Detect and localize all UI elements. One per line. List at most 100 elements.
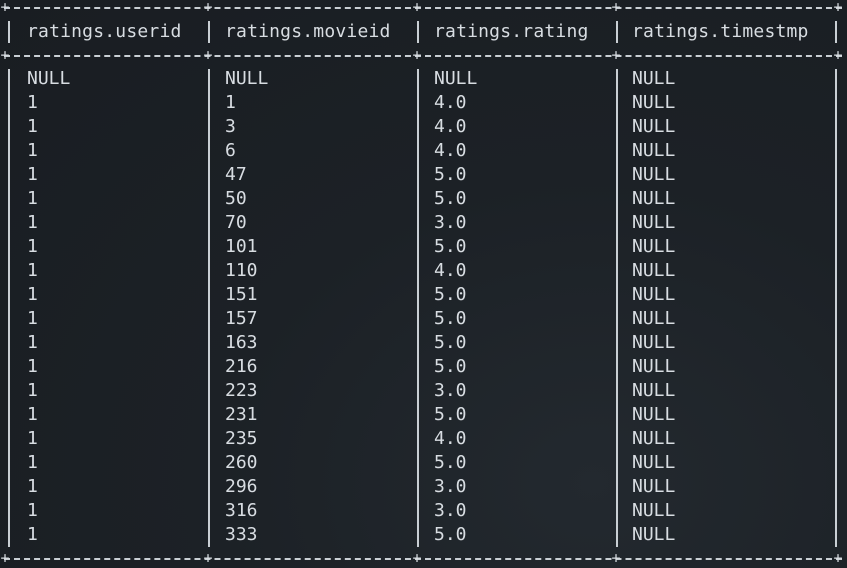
cell-userid: 1 <box>27 116 38 137</box>
table-row: 1 223 3.0 NULL <box>0 379 847 403</box>
cell-userid: 1 <box>27 428 38 449</box>
cell-rating: 5.0 <box>434 308 467 329</box>
cell-timestmp: NULL <box>632 452 676 473</box>
table-border-top: + + + + + <box>0 0 843 16</box>
cell-timestmp: NULL <box>632 476 676 497</box>
table-row: 1 70 3.0 NULL <box>0 211 847 235</box>
cell-userid: 1 <box>27 92 38 113</box>
cell-rating: 4.0 <box>434 428 467 449</box>
table-header-row: ratings.userid ratings.movieid ratings.r… <box>0 20 847 44</box>
cell-movieid: 101 <box>225 236 258 257</box>
cell-movieid: 235 <box>225 428 258 449</box>
cell-timestmp: NULL <box>632 332 676 353</box>
cell-movieid: 231 <box>225 404 258 425</box>
cell-userid: 1 <box>27 140 38 161</box>
cell-timestmp: NULL <box>632 188 676 209</box>
cell-timestmp: NULL <box>632 284 676 305</box>
cell-rating: 3.0 <box>434 476 467 497</box>
cell-timestmp: NULL <box>632 164 676 185</box>
column-header-userid: ratings.userid <box>27 21 182 42</box>
cell-userid: 1 <box>27 236 38 257</box>
cell-movieid: 70 <box>225 212 247 233</box>
cell-movieid: 47 <box>225 164 247 185</box>
cell-rating: 5.0 <box>434 236 467 257</box>
cell-timestmp: NULL <box>632 356 676 377</box>
table-row: 1 101 5.0 NULL <box>0 235 847 259</box>
cell-userid: 1 <box>27 332 38 353</box>
column-header-rating: ratings.rating <box>434 21 589 42</box>
cell-timestmp: NULL <box>632 236 676 257</box>
cell-movieid: 151 <box>225 284 258 305</box>
cell-userid: 1 <box>27 476 38 497</box>
column-header-timestmp: ratings.timestmp <box>632 21 809 42</box>
cell-timestmp: NULL <box>632 500 676 521</box>
table-row: 1 216 5.0 NULL <box>0 355 847 379</box>
cell-rating: 5.0 <box>434 164 467 185</box>
cell-movieid: 333 <box>225 524 258 545</box>
cell-timestmp: NULL <box>632 116 676 137</box>
table-row: NULL NULL NULL NULL <box>0 67 847 91</box>
cell-timestmp: NULL <box>632 260 676 281</box>
cell-rating: 4.0 <box>434 260 467 281</box>
cell-rating: 5.0 <box>434 404 467 425</box>
cell-rating: 5.0 <box>434 452 467 473</box>
table-row: 1 50 5.0 NULL <box>0 187 847 211</box>
cell-movieid: 50 <box>225 188 247 209</box>
cell-timestmp: NULL <box>632 92 676 113</box>
table-row: 1 231 5.0 NULL <box>0 403 847 427</box>
cell-movieid: 316 <box>225 500 258 521</box>
table-row: 1 151 5.0 NULL <box>0 283 847 307</box>
cell-timestmp: NULL <box>632 68 676 89</box>
cell-userid: 1 <box>27 260 38 281</box>
terminal-output: + + + + + ratings.userid ratings.movieid… <box>0 0 847 568</box>
cell-userid: 1 <box>27 284 38 305</box>
table-border-bottom: + + + + + <box>0 549 843 567</box>
cell-movieid: 260 <box>225 452 258 473</box>
table-row: 1 47 5.0 NULL <box>0 163 847 187</box>
cell-timestmp: NULL <box>632 140 676 161</box>
cell-userid: 1 <box>27 188 38 209</box>
header-divider <box>835 21 837 43</box>
cell-movieid: 3 <box>225 116 236 137</box>
table-row: 1 316 3.0 NULL <box>0 499 847 523</box>
table-row: 1 296 3.0 NULL <box>0 475 847 499</box>
cell-movieid: 1 <box>225 92 236 113</box>
cell-rating: 3.0 <box>434 212 467 233</box>
table-row: 1 110 4.0 NULL <box>0 259 847 283</box>
table-row: 1 1 4.0 NULL <box>0 91 847 115</box>
cell-movieid: 6 <box>225 140 236 161</box>
cell-userid: 1 <box>27 380 38 401</box>
table-row: 1 260 5.0 NULL <box>0 451 847 475</box>
cell-userid: NULL <box>27 68 71 89</box>
cell-movieid: 163 <box>225 332 258 353</box>
cell-rating: 3.0 <box>434 380 467 401</box>
cell-rating: 4.0 <box>434 116 467 137</box>
header-divider <box>208 21 210 43</box>
cell-rating: NULL <box>434 68 478 89</box>
cell-userid: 1 <box>27 164 38 185</box>
cell-userid: 1 <box>27 524 38 545</box>
cell-userid: 1 <box>27 404 38 425</box>
cell-timestmp: NULL <box>632 404 676 425</box>
cell-rating: 5.0 <box>434 332 467 353</box>
cell-timestmp: NULL <box>632 380 676 401</box>
header-divider <box>8 21 10 43</box>
table-row: 1 163 5.0 NULL <box>0 331 847 355</box>
cell-rating: 4.0 <box>434 140 467 161</box>
cell-userid: 1 <box>27 452 38 473</box>
cell-rating: 5.0 <box>434 524 467 545</box>
cell-userid: 1 <box>27 356 38 377</box>
cell-movieid: 216 <box>225 356 258 377</box>
table-row: 1 3 4.0 NULL <box>0 115 847 139</box>
cell-rating: 5.0 <box>434 188 467 209</box>
header-divider <box>616 21 618 43</box>
cell-timestmp: NULL <box>632 308 676 329</box>
cell-timestmp: NULL <box>632 428 676 449</box>
column-header-movieid: ratings.movieid <box>225 21 391 42</box>
table-row: 1 333 5.0 NULL <box>0 523 847 547</box>
cell-rating: 3.0 <box>434 500 467 521</box>
cell-rating: 5.0 <box>434 284 467 305</box>
cell-timestmp: NULL <box>632 524 676 545</box>
cell-movieid: NULL <box>225 68 269 89</box>
table-header-separator: + + + + + <box>0 46 843 64</box>
